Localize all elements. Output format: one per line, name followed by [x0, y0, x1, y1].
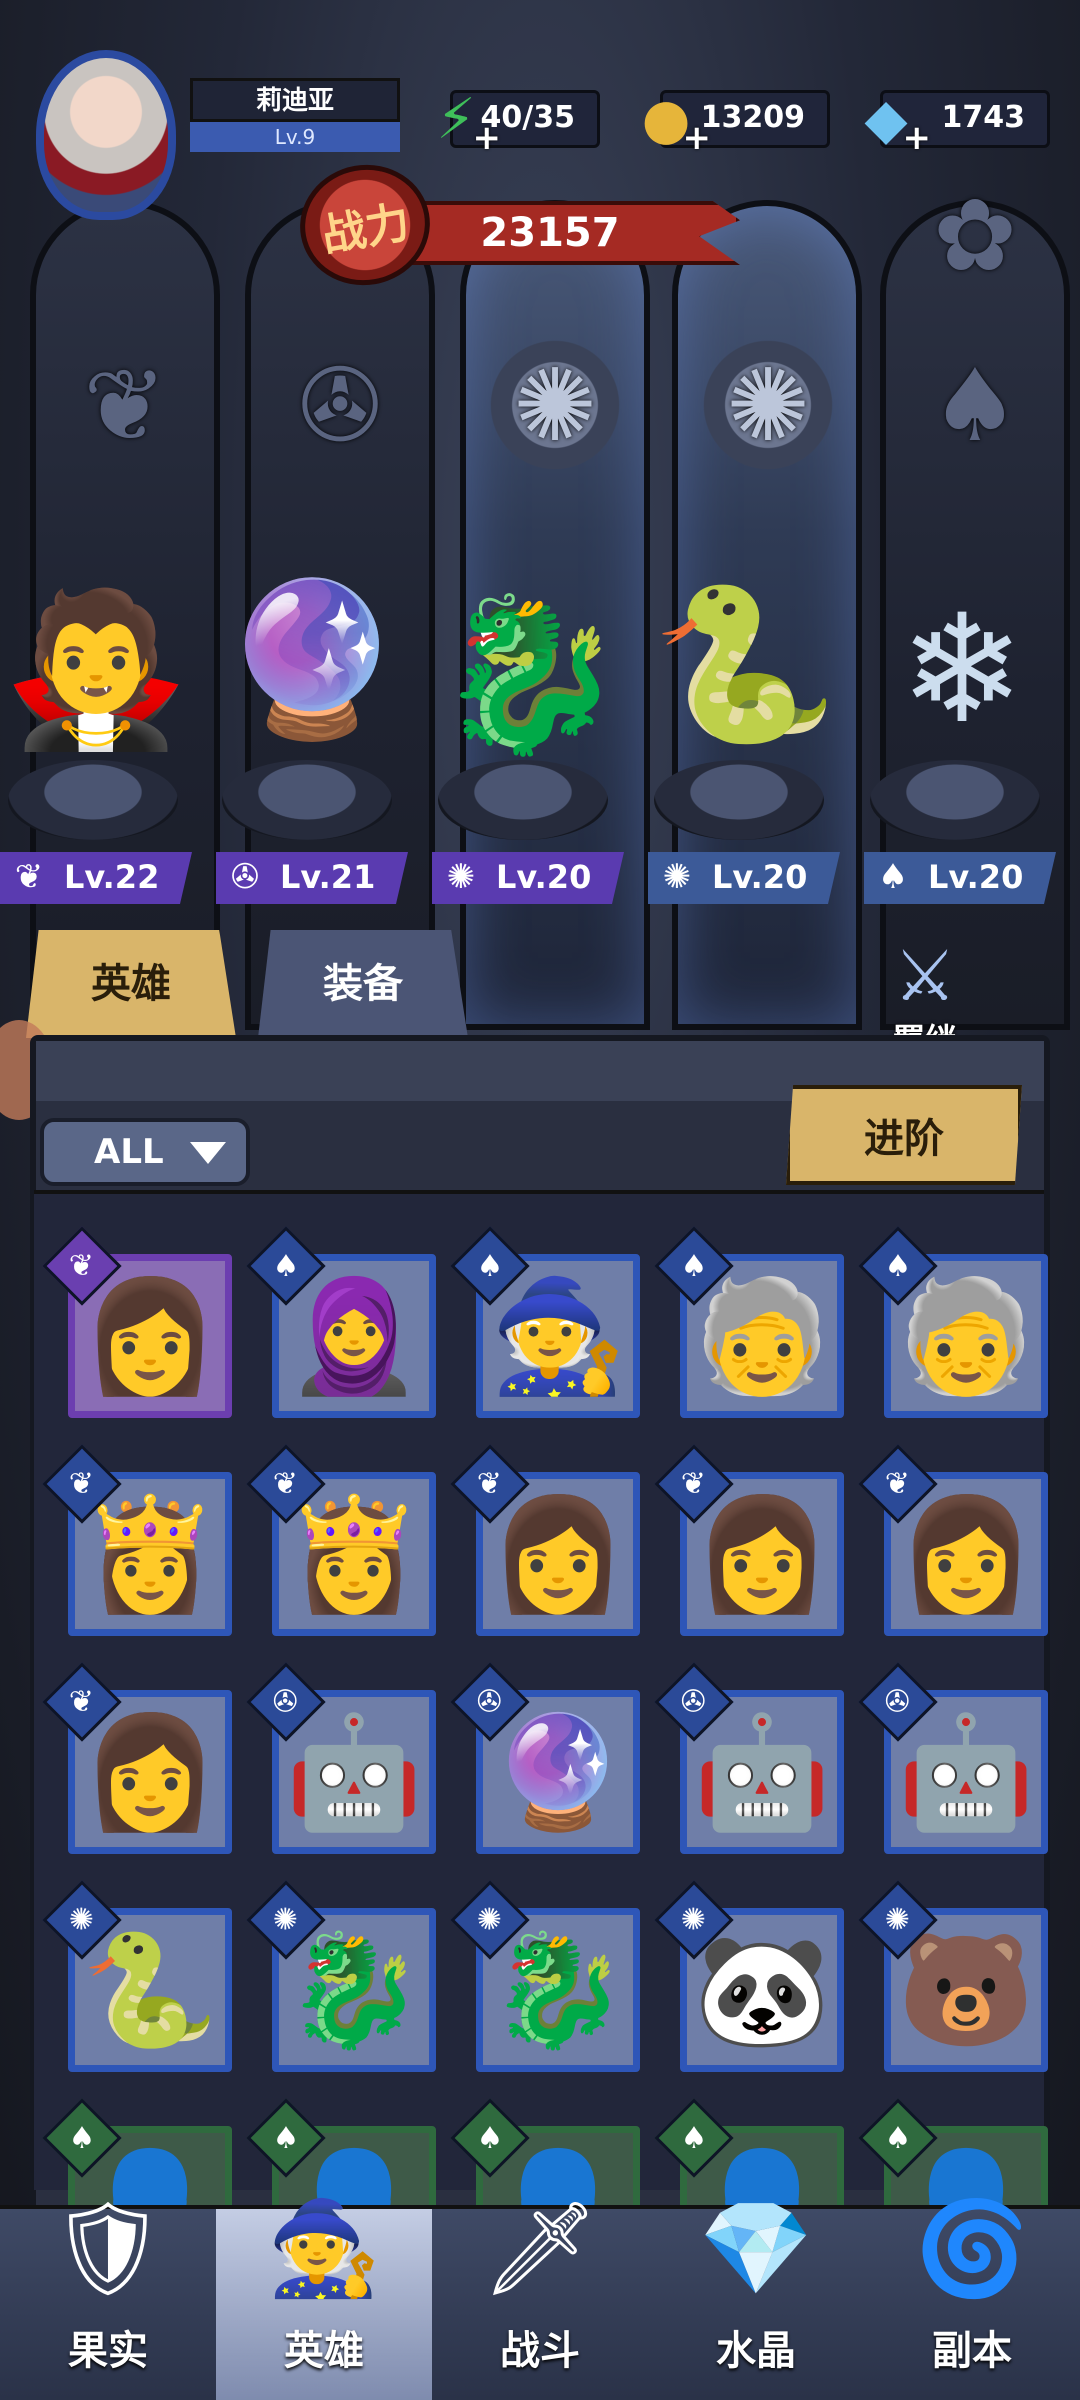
- lineup-level-tag: ❦ Lv.22: [0, 852, 192, 904]
- filter-label: ALL: [94, 1132, 164, 1172]
- diamond-counter[interactable]: ◆ + 1743: [864, 90, 1050, 158]
- diamond-value: 1743: [941, 100, 1026, 135]
- lineup-level-tag: ♠ Lv.20: [864, 852, 1056, 904]
- crystal-icon: 💎: [698, 2195, 814, 2302]
- hero-grid: 👩 ❦ 🧕 ♠ 🧙 ♠ 🧓 ♠ 🧓 ♠ 👸 ❦ 👸 ❦ 👩 ❦ 👩 ❦ 👩 ❦ 👩 ❦ 🤖 ✇ 🔮 ✇ 🤖 ✇ 🤖 ✇ 🐍 ✺ 🐉 ✺ 🐉 ✺ 🐼 ✺ 🐻 ✺…: [34, 1190, 1048, 2290]
- crystal-pod-hero[interactable]: 🔮: [219, 530, 406, 790]
- dragon-knight-hero[interactable]: 🐉: [437, 545, 624, 805]
- wing-icon: ❦: [14, 857, 44, 897]
- hero-level: Lv.20: [712, 858, 808, 896]
- beast-icon: ✺: [446, 857, 476, 897]
- advance-button[interactable]: 进阶: [786, 1085, 1022, 1185]
- beast-icon: ✺: [662, 857, 692, 897]
- nav-hero-hat[interactable]: 🧙 英雄: [216, 2195, 432, 2400]
- gold-counter[interactable]: ● + 13209: [642, 90, 830, 158]
- gold-value: 13209: [700, 100, 805, 135]
- flame-emblem-icon: ♠: [930, 346, 1020, 464]
- hero-hat-icon: 🧙: [266, 2195, 382, 2302]
- player-info: 莉迪亚 Lv.9: [190, 78, 400, 158]
- beast-emblem-icon: ✺: [480, 330, 630, 480]
- hero-level: Lv.20: [496, 858, 592, 896]
- player-avatar[interactable]: [36, 50, 176, 220]
- filter-dropdown[interactable]: ALL: [40, 1118, 250, 1186]
- nav-label: 果实: [68, 2328, 148, 2374]
- tab-heroes[interactable]: 英雄: [26, 930, 236, 1038]
- hero-level: Lv.21: [280, 858, 376, 896]
- wrench-emblem-icon: ✇: [298, 346, 382, 464]
- beast-emblem-icon: ✺: [693, 330, 843, 480]
- nav-crystal[interactable]: 💎 水晶: [648, 2195, 864, 2400]
- power-label: 战力: [290, 154, 440, 296]
- hero-level: Lv.22: [64, 858, 160, 896]
- wrench-icon: ✇: [230, 857, 260, 897]
- sword-icon: 🗡: [481, 2195, 599, 2302]
- player-name: 莉迪亚: [190, 78, 400, 122]
- lineup-level-tag: ✺ Lv.20: [432, 852, 624, 904]
- vampire-hero[interactable]: 🧛: [3, 540, 190, 800]
- bottom-nav: 🛡 果实 🧙 英雄 🗡 战斗 💎 水晶 🌀 副本: [0, 2195, 1080, 2400]
- nav-portal[interactable]: 🌀 副本: [864, 2195, 1080, 2400]
- nav-label: 水晶: [716, 2328, 796, 2374]
- energy-counter[interactable]: ⚡ + 40/35: [436, 90, 600, 158]
- medusa-hero[interactable]: 🐍: [652, 535, 839, 795]
- fruit-icon: 🛡: [49, 2195, 167, 2302]
- player-level: Lv.9: [190, 122, 400, 152]
- hero-level: Lv.20: [928, 858, 1024, 896]
- lightning-icon: ⚡ +: [436, 87, 501, 159]
- flower-emblem-icon: ✿: [933, 176, 1017, 294]
- nav-label: 战斗: [500, 2328, 580, 2374]
- nav-label: 英雄: [284, 2328, 364, 2374]
- power-value: 23157: [400, 201, 740, 265]
- tab-equipment[interactable]: 装备: [258, 930, 468, 1038]
- diamond-icon: ◆ +: [864, 87, 931, 159]
- ice-mage-hero[interactable]: ❄: [872, 540, 1052, 800]
- nav-sword[interactable]: 🗡 战斗: [432, 2195, 648, 2400]
- chevron-down-icon: [190, 1142, 226, 1164]
- nav-label: 副本: [932, 2328, 1012, 2374]
- lineup-level-tag: ✇ Lv.21: [216, 852, 408, 904]
- lineup-level-tag: ✺ Lv.20: [648, 852, 840, 904]
- coin-icon: ● +: [641, 87, 711, 159]
- combat-power: 23157 战力: [290, 154, 740, 296]
- flame-icon: ♠: [877, 857, 909, 897]
- portal-icon: 🌀: [914, 2195, 1030, 2302]
- bond-icon: ⚔: [893, 935, 957, 1017]
- nav-fruit[interactable]: 🛡 果实: [0, 2195, 216, 2400]
- wing-emblem-icon: ❦: [83, 346, 167, 464]
